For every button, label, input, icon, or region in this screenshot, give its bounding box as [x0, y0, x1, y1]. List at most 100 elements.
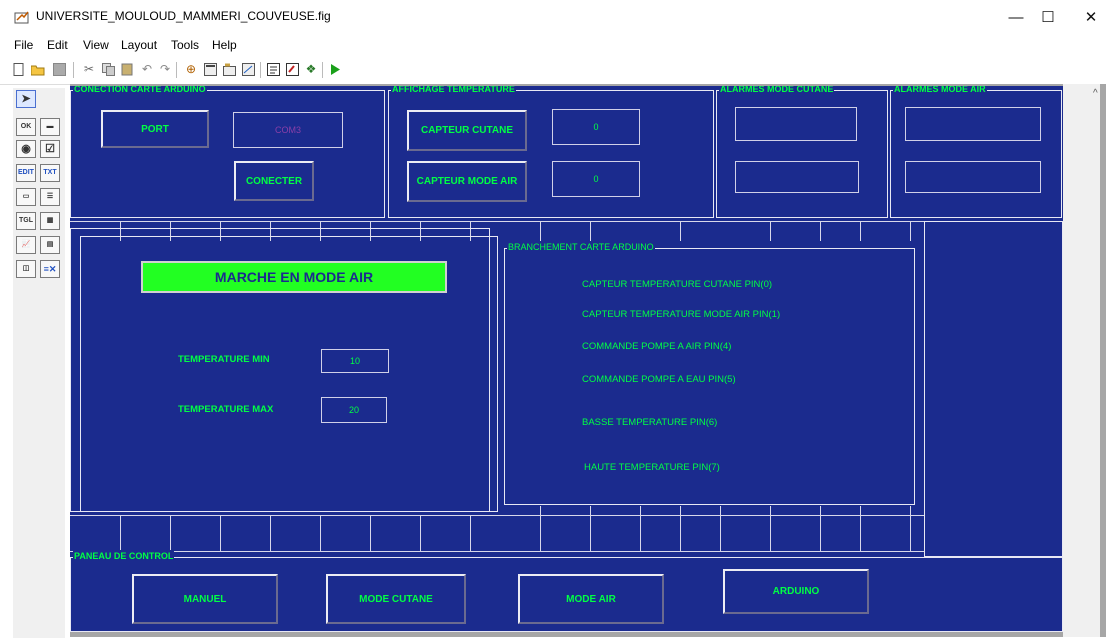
- table-icon[interactable]: ▦: [40, 212, 60, 230]
- grid-line: [540, 506, 541, 551]
- alarm-air-panel: ALARMES MODE AIR: [890, 86, 1062, 218]
- port-button[interactable]: PORT: [101, 110, 209, 148]
- title-bar: UNIVERSITE_MOULOUD_MAMMERI_COUVEUSE.fig …: [0, 0, 1106, 34]
- wiring-line: CAPTEUR TEMPERATURE MODE AIR PIN(1): [582, 309, 781, 320]
- temp-max-field[interactable]: 20: [321, 397, 387, 423]
- toolbar-editor-icon[interactable]: [241, 63, 255, 76]
- menu-bar: File Edit View Layout Tools Help: [0, 34, 1106, 56]
- listbox-icon[interactable]: ☰: [40, 188, 60, 206]
- air-sensor-button[interactable]: CAPTEUR MODE AIR: [407, 161, 527, 202]
- new-file-icon[interactable]: [12, 63, 26, 76]
- grid-line: [770, 221, 771, 241]
- connect-button[interactable]: CONECTER: [234, 161, 314, 201]
- tab-order-icon[interactable]: [222, 63, 236, 76]
- menu-layout[interactable]: Layout: [121, 38, 157, 52]
- grid-line: [910, 506, 911, 551]
- connection-panel-title: CONECTION CARTE ARDUINO: [73, 86, 207, 95]
- menu-file[interactable]: File: [14, 38, 33, 52]
- connection-panel: CONECTION CARTE ARDUINO PORT COM3 CONECT…: [70, 86, 385, 218]
- mode-air-button[interactable]: MODE AIR: [518, 574, 664, 624]
- push-button-icon[interactable]: OK: [16, 118, 36, 136]
- grid-line: [680, 506, 681, 551]
- grid-line: [270, 515, 271, 551]
- menu-edit[interactable]: Edit: [47, 38, 68, 52]
- cutane-value-field[interactable]: 0: [552, 109, 640, 145]
- slider-icon[interactable]: ▬: [40, 118, 60, 136]
- grid-line: [70, 551, 925, 552]
- alarm-cutane-high-field[interactable]: [735, 161, 859, 193]
- grid-line: [170, 515, 171, 551]
- menu-tools[interactable]: Tools: [171, 38, 199, 52]
- grid-line: [910, 221, 911, 241]
- grid-line: [70, 221, 925, 222]
- toggle-button-icon[interactable]: TGL: [16, 212, 36, 230]
- activex-icon[interactable]: ≡✕: [40, 260, 60, 278]
- edit-text-icon[interactable]: EDIT: [16, 164, 36, 182]
- grid-line: [120, 515, 121, 551]
- static-text-icon[interactable]: TXT: [40, 164, 60, 182]
- popup-menu-icon[interactable]: ▭: [16, 188, 36, 206]
- guide-figure-icon: [14, 11, 29, 24]
- axes-icon[interactable]: 📈: [16, 236, 36, 254]
- control-panel: PANEAU DE CONTROL MANUEL MODE CUTANE MOD…: [70, 550, 1063, 632]
- paste-icon[interactable]: [120, 63, 134, 76]
- cutane-sensor-button[interactable]: CAPTEUR CUTANE: [407, 110, 527, 151]
- menu-view[interactable]: View: [83, 38, 109, 52]
- temp-max-label: TEMPERATURE MAX: [178, 404, 274, 415]
- grid-line: [70, 515, 925, 516]
- cut-icon[interactable]: ✂: [82, 63, 96, 76]
- port-field[interactable]: COM3: [233, 112, 343, 148]
- save-icon[interactable]: [52, 63, 66, 76]
- redo-icon[interactable]: ↷: [158, 63, 172, 76]
- panel-icon[interactable]: ▤: [40, 236, 60, 254]
- vertical-scrollbar[interactable]: ^: [1063, 84, 1100, 637]
- select-arrow-icon[interactable]: ➤: [16, 90, 36, 108]
- menu-help[interactable]: Help: [212, 38, 237, 52]
- toolbar: ✂ ↶ ↷ ⊕ ❖: [0, 56, 1106, 85]
- temperature-display-panel: AFFICHAGE TEMPERATURE CAPTEUR CUTANE 0 C…: [388, 86, 714, 218]
- undo-icon[interactable]: ↶: [140, 63, 154, 76]
- open-folder-icon[interactable]: [30, 63, 45, 76]
- wiring-line: HAUTE TEMPERATURE PIN(7): [584, 462, 720, 473]
- button-group-icon[interactable]: ◫: [16, 260, 36, 278]
- grid-line: [220, 515, 221, 551]
- side-panel: [924, 221, 1063, 557]
- grid-line: [720, 506, 721, 551]
- wiring-panel: BRANCHEMENT CARTE ARDUINO CAPTEUR TEMPER…: [504, 241, 915, 505]
- wiring-line: COMMANDE POMPE A EAU PIN(5): [582, 374, 736, 385]
- alarm-air-high-field[interactable]: [905, 161, 1041, 193]
- close-button[interactable]: ✕: [1068, 4, 1106, 30]
- alarm-air-low-field[interactable]: [905, 107, 1041, 141]
- grid-line: [640, 506, 641, 551]
- menu-editor-icon[interactable]: [203, 63, 217, 76]
- grid-line: [770, 506, 771, 551]
- grid-line: [590, 506, 591, 551]
- grid-line: [370, 515, 371, 551]
- checkbox-icon[interactable]: ☑: [40, 140, 60, 158]
- arduino-button[interactable]: ARDUINO: [723, 569, 869, 614]
- alarm-air-title: ALARMES MODE AIR: [893, 86, 987, 95]
- maximize-button[interactable]: ☐: [1025, 4, 1071, 30]
- mode-cutane-button[interactable]: MODE CUTANE: [326, 574, 466, 624]
- copy-icon[interactable]: [101, 63, 115, 76]
- window-title: UNIVERSITE_MOULOUD_MAMMERI_COUVEUSE.fig: [36, 9, 331, 23]
- grid-line: [470, 515, 471, 551]
- manual-button[interactable]: MANUEL: [132, 574, 278, 624]
- grid-line: [320, 515, 321, 551]
- mode-status-indicator: MARCHE EN MODE AIR: [141, 261, 447, 293]
- radio-button-icon[interactable]: ◉: [16, 140, 36, 158]
- grid-line: [540, 221, 541, 241]
- object-browser-icon[interactable]: ❖: [304, 63, 318, 76]
- align-icon[interactable]: ⊕: [184, 63, 198, 76]
- temp-min-field[interactable]: 10: [321, 349, 389, 373]
- property-inspector-icon[interactable]: [285, 63, 299, 76]
- mode-panel: MARCHE EN MODE AIR TEMPERATURE MIN 10 TE…: [80, 236, 498, 512]
- run-icon[interactable]: [328, 63, 342, 76]
- grid-line: [420, 515, 421, 551]
- grid-line: [860, 221, 861, 241]
- wiring-line: COMMANDE POMPE A AIR PIN(4): [582, 341, 732, 352]
- code-editor-icon[interactable]: [266, 63, 280, 76]
- air-value-field[interactable]: 0: [552, 161, 640, 197]
- alarm-cutane-low-field[interactable]: [735, 107, 857, 141]
- temp-min-label: TEMPERATURE MIN: [178, 354, 270, 365]
